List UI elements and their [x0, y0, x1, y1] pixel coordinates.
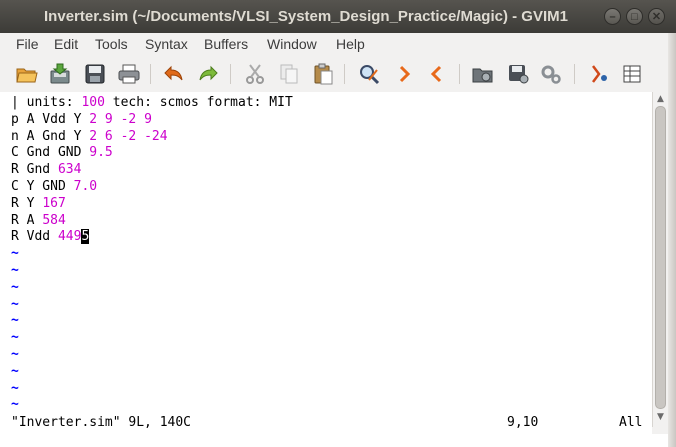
file-info-message: "Inverter.sim" 9L, 140C [11, 415, 192, 430]
text-editor[interactable]: | units: 100 tech: scmos format: MIT p A … [0, 92, 652, 413]
save-session-icon[interactable] [506, 62, 530, 86]
number-token: 167 [42, 195, 66, 211]
text-token: C Y GND [11, 179, 74, 194]
window-title: Inverter.sim (~/Documents/VLSI_System_De… [44, 8, 568, 25]
number-token: 9.5 [89, 145, 113, 161]
menu-window[interactable]: Window [267, 36, 317, 52]
empty-line-tilde: ~ [11, 246, 19, 262]
empty-line-tilde: ~ [11, 279, 19, 295]
number-token: 584 [42, 212, 66, 228]
text-token: R Y [11, 195, 43, 211]
copy-icon[interactable] [277, 62, 301, 86]
ctags-icon[interactable] [620, 62, 644, 86]
editor-line[interactable]: R Vdd 4495 [11, 228, 90, 245]
menu-file[interactable]: File [16, 36, 39, 52]
open-icon[interactable] [15, 62, 39, 86]
menu-syntax[interactable]: Syntax [145, 36, 188, 52]
menu-edit[interactable]: Edit [54, 36, 78, 52]
status-line: "Inverter.sim" 9L, 140C 9,10 All [0, 413, 652, 434]
toolbar-separator [574, 64, 575, 84]
empty-line-tilde: ~ [11, 313, 19, 329]
cut-icon[interactable] [243, 62, 267, 86]
text-token: R A [11, 212, 43, 228]
window-border [668, 33, 676, 447]
scrollbar-thumb[interactable] [655, 106, 666, 409]
editor-line[interactable]: R Gnd 634 [11, 161, 81, 178]
scroll-up-arrow-icon[interactable]: ▲ [655, 94, 666, 104]
load-session-icon[interactable] [471, 62, 495, 86]
find-replace-icon[interactable] [357, 62, 381, 86]
empty-line-tilde: ~ [11, 263, 19, 278]
editor-line[interactable]: p A Vdd Y 2 9 -2 9 [11, 111, 152, 128]
number-token: 449 [57, 229, 82, 245]
scroll-down-arrow-icon[interactable]: ▼ [655, 412, 666, 422]
empty-line-tilde: ~ [11, 380, 19, 396]
empty-line-tilde: ~ [11, 397, 19, 413]
menu-buffers[interactable]: Buffers [204, 36, 248, 52]
editor-line[interactable]: R Y 167 [11, 195, 66, 212]
window-bottom-border [0, 434, 668, 447]
text-token: R Vdd [11, 229, 58, 245]
editor-line[interactable]: C Y GND 7.0 [11, 178, 97, 195]
number-token: 2 6 -2 -24 [89, 128, 168, 144]
undo-icon[interactable] [162, 62, 186, 86]
empty-line-tilde: ~ [11, 330, 19, 346]
text-token: tech: scmos format: MIT [104, 95, 293, 110]
maximize-button[interactable]: □ [626, 8, 643, 25]
paste-icon[interactable] [311, 62, 335, 86]
save-all-icon[interactable] [83, 62, 107, 86]
make-icon[interactable] [587, 62, 611, 86]
menu-tools[interactable]: Tools [95, 36, 128, 52]
number-token: 634 [57, 162, 82, 178]
empty-line-tilde: ~ [11, 347, 19, 362]
editor-line[interactable]: R A 584 [11, 212, 66, 229]
number-token: 2 9 -2 9 [89, 111, 152, 127]
vertical-scrollbar[interactable]: ▲ ▼ [652, 92, 668, 427]
save-icon[interactable] [48, 62, 72, 86]
text-cursor: 5 [81, 229, 90, 245]
minimize-button[interactable]: – [604, 8, 621, 25]
menu-help[interactable]: Help [336, 36, 365, 52]
text-token: R Gnd [11, 162, 58, 178]
toolbar-separator [344, 64, 345, 84]
find-prev-icon[interactable] [425, 62, 449, 86]
empty-line-tilde: ~ [11, 296, 19, 312]
toolbar [0, 56, 676, 93]
redo-icon[interactable] [196, 62, 220, 86]
text-token: p A Vdd Y [11, 111, 90, 127]
text-token: n A Gnd Y [11, 128, 90, 144]
empty-line-tilde: ~ [11, 363, 19, 379]
find-next-icon[interactable] [392, 62, 416, 86]
editor-line[interactable]: C Gnd GND 9.5 [11, 144, 113, 161]
cursor-position: 9,10 [507, 415, 539, 430]
editor-line[interactable]: | units: 100 tech: scmos format: MIT [11, 94, 293, 111]
editor-line[interactable]: n A Gnd Y 2 6 -2 -24 [11, 128, 168, 145]
menu-bar: File Edit Tools Syntax Buffers Window He… [0, 33, 676, 56]
number-token: 100 [81, 95, 105, 110]
toolbar-separator [150, 64, 151, 84]
toolbar-separator [230, 64, 231, 84]
text-token: | units: [11, 95, 82, 110]
run-script-icon[interactable] [539, 62, 563, 86]
number-token: 7.0 [73, 179, 98, 194]
gvim-window: Inverter.sim (~/Documents/VLSI_System_De… [0, 0, 676, 447]
print-icon[interactable] [117, 62, 141, 86]
close-button[interactable]: ✕ [648, 8, 665, 25]
title-bar[interactable]: Inverter.sim (~/Documents/VLSI_System_De… [0, 0, 676, 33]
scroll-indicator: All [619, 415, 643, 430]
toolbar-separator [459, 64, 460, 84]
text-token: C Gnd GND [11, 145, 90, 161]
